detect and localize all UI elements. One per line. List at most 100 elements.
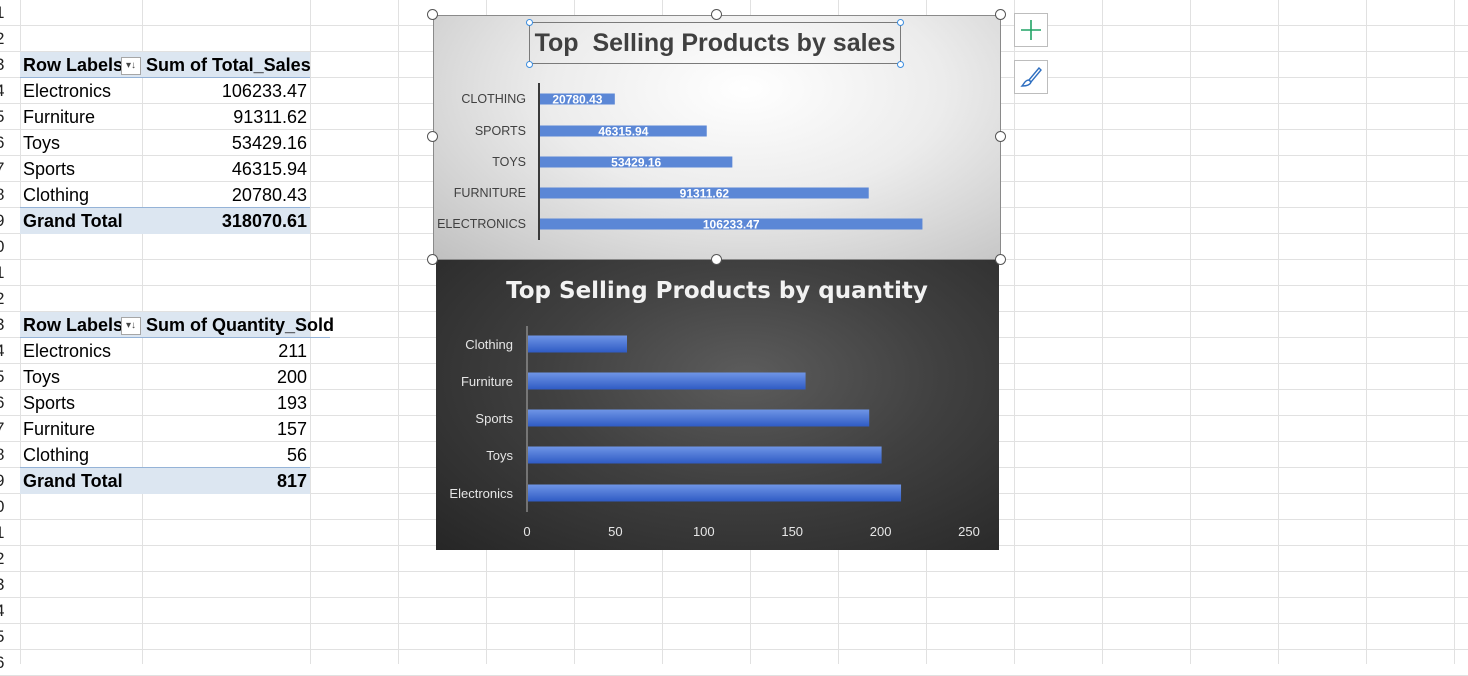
chart-quantity-bar bbox=[528, 409, 870, 427]
chart-sales-title-box[interactable]: Top Selling Products by sales bbox=[529, 22, 901, 64]
chart-resize-handle[interactable] bbox=[427, 254, 438, 265]
pivot-sales-grand-total-value[interactable]: 318070.61 bbox=[146, 208, 307, 234]
chart-sales-data-label: 91311.62 bbox=[680, 187, 730, 201]
chart-resize-handle[interactable] bbox=[995, 9, 1006, 20]
grid-row-line bbox=[0, 597, 1468, 598]
row-number[interactable]: 3 bbox=[0, 572, 14, 598]
row-number[interactable]: 0 bbox=[0, 234, 14, 260]
chart-quantity-bar bbox=[528, 372, 806, 390]
pivot-row-value[interactable]: 91311.62 bbox=[146, 104, 307, 130]
pivot-row-value[interactable]: 56 bbox=[146, 442, 307, 468]
pivot-qty-value-header[interactable]: Sum of Quantity_Sold bbox=[146, 312, 334, 338]
row-number[interactable]: 9 bbox=[0, 208, 14, 234]
chart-resize-handle[interactable] bbox=[427, 9, 438, 20]
row-number[interactable]: 7 bbox=[0, 416, 14, 442]
chart-quantity-tick-label: 100 bbox=[693, 524, 715, 539]
chart-elements-button[interactable] bbox=[1014, 13, 1048, 47]
sort-filter-icon: ▾↓ bbox=[125, 320, 137, 331]
pivot-row-label[interactable]: Furniture bbox=[23, 104, 95, 130]
pivot-row-value[interactable]: 46315.94 bbox=[146, 156, 307, 182]
grid-row-line bbox=[0, 623, 1468, 624]
chart-quantity-tick-label: 150 bbox=[781, 524, 803, 539]
row-number[interactable]: 2 bbox=[0, 546, 14, 572]
pivot-row-label[interactable]: Sports bbox=[23, 156, 75, 182]
pivot-qty-grand-total-value[interactable]: 817 bbox=[146, 468, 307, 494]
chart-quantity-category-label: Toys bbox=[486, 448, 513, 463]
chart-sales-category-label: CLOTHING bbox=[461, 92, 526, 106]
row-number[interactable]: 1 bbox=[0, 520, 14, 546]
chart-styles-button[interactable] bbox=[1014, 60, 1048, 94]
chart-quantity-category-label: Electronics bbox=[449, 486, 513, 501]
pivot-row-label[interactable]: Clothing bbox=[23, 182, 89, 208]
row-number[interactable]: 5 bbox=[0, 104, 14, 130]
row-number[interactable]: 2 bbox=[0, 26, 14, 52]
pivot-row-value[interactable]: 200 bbox=[146, 364, 307, 390]
row-number[interactable]: 6 bbox=[0, 130, 14, 156]
row-number[interactable]: 5 bbox=[0, 624, 14, 650]
pivot-row-label[interactable]: Clothing bbox=[23, 442, 89, 468]
grid-column-line bbox=[398, 0, 399, 664]
chart-resize-handle[interactable] bbox=[711, 254, 722, 265]
pivot-sales-value-header[interactable]: Sum of Total_Sales bbox=[146, 52, 311, 78]
pivot-sales-grand-total-label[interactable]: Grand Total bbox=[23, 208, 123, 234]
chart-sales-category-label: SPORTS bbox=[475, 124, 526, 138]
row-number[interactable]: 3 bbox=[0, 52, 14, 78]
pivot-row-value[interactable]: 211 bbox=[146, 338, 307, 364]
chart-quantity[interactable]: Top Selling Products by quantity Clothing… bbox=[436, 260, 999, 550]
row-number[interactable]: 4 bbox=[0, 338, 14, 364]
chart-quantity-tick-label: 0 bbox=[523, 524, 530, 539]
pivot-row-label[interactable]: Electronics bbox=[23, 78, 111, 104]
chart-sales-category-label: TOYS bbox=[492, 155, 526, 169]
row-number[interactable]: 4 bbox=[0, 78, 14, 104]
chart-quantity-bar bbox=[528, 446, 882, 464]
pivot-qty-grand-total-label[interactable]: Grand Total bbox=[23, 468, 123, 494]
pivot-row-label[interactable]: Electronics bbox=[23, 338, 111, 364]
pivot-row-value[interactable]: 157 bbox=[146, 416, 307, 442]
chart-resize-handle[interactable] bbox=[995, 254, 1006, 265]
chart-sales-data-label: 46315.94 bbox=[598, 125, 648, 139]
row-number[interactable]: 5 bbox=[0, 364, 14, 390]
pivot-row-value[interactable]: 106233.47 bbox=[146, 78, 307, 104]
chart-quantity-tick-label: 250 bbox=[958, 524, 980, 539]
pivot-row-value[interactable]: 53429.16 bbox=[146, 130, 307, 156]
chart-quantity-tick-label: 200 bbox=[870, 524, 892, 539]
row-number[interactable]: 1 bbox=[0, 0, 14, 26]
row-number[interactable]: 2 bbox=[0, 286, 14, 312]
title-resize-handle[interactable] bbox=[897, 61, 904, 68]
row-number[interactable]: 6 bbox=[0, 650, 14, 676]
chart-quantity-plot: Top Selling Products by quantity Clothing… bbox=[449, 278, 980, 539]
row-number[interactable]: 0 bbox=[0, 494, 14, 520]
grid-row-line bbox=[0, 571, 1468, 572]
chart-resize-handle[interactable] bbox=[711, 9, 722, 20]
pivot-sales-row-labels-header[interactable]: Row Labels bbox=[23, 52, 123, 78]
title-resize-handle[interactable] bbox=[526, 19, 533, 26]
row-number[interactable]: 3 bbox=[0, 312, 14, 338]
chart-resize-handle[interactable] bbox=[995, 131, 1006, 142]
pivot-row-label[interactable]: Toys bbox=[23, 364, 60, 390]
filter-dropdown-button[interactable]: ▾↓ bbox=[121, 57, 141, 75]
pivot-qty-row-labels-header[interactable]: Row Labels bbox=[23, 312, 123, 338]
row-number[interactable]: 9 bbox=[0, 468, 14, 494]
filter-dropdown-button[interactable]: ▾↓ bbox=[121, 317, 141, 335]
title-resize-handle[interactable] bbox=[897, 19, 904, 26]
row-number[interactable]: 8 bbox=[0, 442, 14, 468]
chart-sales-data-label: 53429.16 bbox=[611, 156, 661, 170]
chart-quantity-bar bbox=[528, 484, 902, 502]
row-number[interactable]: 6 bbox=[0, 390, 14, 416]
grid-column-line bbox=[1454, 0, 1455, 664]
pivot-row-value[interactable]: 193 bbox=[146, 390, 307, 416]
grid-column-line bbox=[1278, 0, 1279, 664]
pivot-row-value[interactable]: 20780.43 bbox=[146, 182, 307, 208]
row-number[interactable]: 7 bbox=[0, 156, 14, 182]
chart-sales-category-label: ELECTRONICS bbox=[437, 217, 526, 231]
row-number[interactable]: 1 bbox=[0, 260, 14, 286]
sort-filter-icon: ▾↓ bbox=[125, 60, 137, 71]
pivot-row-label[interactable]: Toys bbox=[23, 130, 60, 156]
pivot-row-label[interactable]: Sports bbox=[23, 390, 75, 416]
pivot-row-label[interactable]: Furniture bbox=[23, 416, 95, 442]
chart-sales-data-label: 20780.43 bbox=[552, 93, 602, 107]
row-number[interactable]: 4 bbox=[0, 598, 14, 624]
chart-resize-handle[interactable] bbox=[427, 131, 438, 142]
row-number[interactable]: 8 bbox=[0, 182, 14, 208]
title-resize-handle[interactable] bbox=[526, 61, 533, 68]
